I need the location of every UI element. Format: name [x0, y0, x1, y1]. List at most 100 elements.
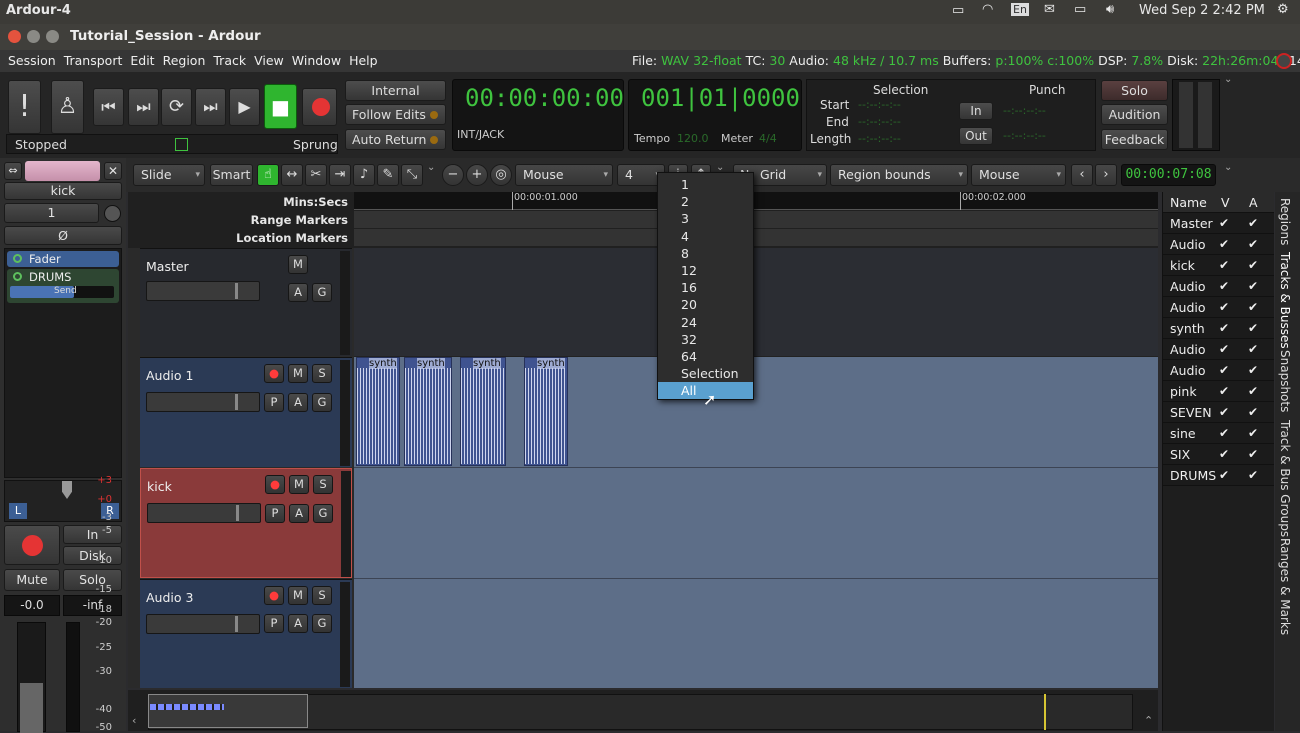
internal-button[interactable]: Internal	[345, 80, 446, 101]
timeline-ruler[interactable]: 00:00:01.000 00:00:02.000	[354, 192, 1158, 210]
primary-clock[interactable]: 00:00:00:00 INT/JACK	[452, 79, 624, 151]
visible-checkbox[interactable]: ✔	[1219, 402, 1229, 423]
list-item[interactable]: Audio ✔ ✔	[1163, 276, 1274, 297]
summary-pane[interactable]: ‹ ⌃	[128, 690, 1158, 731]
visible-checkbox[interactable]: ✔	[1219, 234, 1229, 255]
list-item[interactable]: Audio ✔ ✔	[1163, 360, 1274, 381]
nudge-backward-icon[interactable]: ‹	[1071, 164, 1093, 186]
track-record-button[interactable]: ●	[264, 586, 284, 605]
selection-end-clock[interactable]: --:--:--:--	[858, 115, 901, 128]
track-audio1[interactable]: Audio 1 ● M S P A G	[140, 357, 352, 467]
maximize-window-icon[interactable]	[46, 30, 59, 43]
snap-select[interactable]: Region bounds	[830, 164, 968, 186]
toolbar-overflow-icon[interactable]: ⌄	[1224, 74, 1232, 85]
solo-button[interactable]: Solo	[1101, 80, 1168, 101]
zoom-fit-icon[interactable]: ◎	[490, 164, 512, 186]
tab-tracks-busses[interactable]: Tracks & Busses	[1278, 252, 1292, 349]
audio-region[interactable]: synth	[524, 357, 568, 466]
audition-tool-icon[interactable]: ♪	[353, 164, 375, 186]
edit-mode-select[interactable]: Slide	[133, 164, 205, 186]
loop-button[interactable]: ⟳	[161, 88, 192, 126]
mute-track-button[interactable]: M	[288, 586, 308, 605]
visible-checkbox[interactable]: ✔	[1219, 339, 1229, 360]
menu-transport[interactable]: Transport	[60, 50, 127, 71]
visible-checkbox[interactable]: ✔	[1219, 444, 1229, 465]
list-item[interactable]: Audio ✔ ✔	[1163, 297, 1274, 318]
internal-edit-tool-icon[interactable]: ⤡	[401, 164, 423, 186]
track-gain-fader[interactable]	[146, 392, 260, 412]
dropdown-option[interactable]: 16	[658, 279, 753, 296]
active-checkbox[interactable]: ✔	[1248, 255, 1258, 276]
dropdown-option[interactable]: 8	[658, 245, 753, 262]
grab-tool-icon[interactable]: ☝	[257, 164, 279, 186]
zoom-out-icon[interactable]: −	[442, 164, 464, 186]
list-item[interactable]: Audio ✔ ✔	[1163, 234, 1274, 255]
visible-checkbox[interactable]: ✔	[1219, 297, 1229, 318]
solo-track-button[interactable]: S	[312, 586, 332, 605]
active-checkbox[interactable]: ✔	[1248, 339, 1258, 360]
automation-button[interactable]: A	[289, 504, 309, 523]
menu-view[interactable]: View	[250, 50, 288, 71]
system-clock[interactable]: Wed Sep 2 2:42 PM	[1139, 3, 1265, 18]
range-tool-icon[interactable]: ↔	[281, 164, 303, 186]
group-button[interactable]: G	[312, 283, 332, 302]
auto-return-button[interactable]: Auto Return	[345, 129, 446, 150]
audio-region[interactable]: synth	[460, 357, 506, 466]
track-master[interactable]: Master M A G	[140, 248, 352, 356]
audition-button[interactable]: Audition	[1101, 104, 1168, 125]
visible-checkbox[interactable]: ✔	[1219, 276, 1229, 297]
active-checkbox[interactable]: ✔	[1248, 381, 1258, 402]
playlist-button[interactable]: P	[264, 614, 284, 633]
playlist-button[interactable]: P	[264, 393, 284, 412]
visible-checkbox[interactable]: ✔	[1219, 465, 1229, 486]
active-checkbox[interactable]: ✔	[1248, 276, 1258, 297]
play-button[interactable]: ▶	[229, 88, 260, 126]
list-item[interactable]: pink ✔ ✔	[1163, 381, 1274, 402]
secondary-clock[interactable]: 001|01|0000 Tempo 120.0 Meter 4/4	[628, 79, 802, 151]
tab-snapshots[interactable]: Snapshots	[1278, 350, 1292, 412]
menu-session[interactable]: Session	[4, 50, 60, 71]
punch-in-clock[interactable]: --:--:--:--	[1003, 104, 1046, 117]
menu-track[interactable]: Track	[209, 50, 250, 71]
goto-start-button[interactable]: ⏮	[93, 88, 124, 126]
mail-icon[interactable]: ✉	[1044, 2, 1055, 17]
punch-out-clock[interactable]: --:--:--:--	[1003, 129, 1046, 142]
active-checkbox[interactable]: ✔	[1248, 234, 1258, 255]
tab-track-bus-groups[interactable]: Track & Bus Groups	[1278, 420, 1292, 537]
active-column-header[interactable]: A	[1249, 192, 1258, 213]
list-item[interactable]: synth ✔ ✔	[1163, 318, 1274, 339]
list-item[interactable]: kick ✔ ✔	[1163, 255, 1274, 276]
dropdown-option[interactable]: 32	[658, 331, 753, 348]
track-name[interactable]: Audio 1	[146, 368, 193, 383]
list-item[interactable]: SEVEN ✔ ✔	[1163, 402, 1274, 423]
track-name[interactable]: kick	[147, 479, 172, 494]
visible-column-header[interactable]: V	[1221, 192, 1230, 213]
visible-checkbox[interactable]: ✔	[1219, 318, 1229, 339]
solo-track-button[interactable]: S	[313, 475, 333, 494]
editor-canvas[interactable]: synth synth synth synth	[354, 248, 1158, 688]
dropdown-option[interactable]: 12	[658, 262, 753, 279]
mute-track-button[interactable]: M	[288, 364, 308, 383]
tab-ranges-marks[interactable]: Ranges & Marks	[1278, 538, 1292, 635]
track-gain-fader[interactable]	[146, 614, 260, 634]
active-checkbox[interactable]: ✔	[1248, 465, 1258, 486]
active-checkbox[interactable]: ✔	[1248, 402, 1258, 423]
visible-checkbox[interactable]: ✔	[1219, 255, 1229, 276]
stretch-tool-icon[interactable]: ⇥	[329, 164, 351, 186]
menu-help[interactable]: Help	[345, 50, 382, 71]
menu-edit[interactable]: Edit	[126, 50, 158, 71]
dropdown-option[interactable]: 1	[658, 176, 753, 193]
active-checkbox[interactable]: ✔	[1248, 423, 1258, 444]
zoom-in-icon[interactable]: +	[466, 164, 488, 186]
minimize-window-icon[interactable]	[27, 30, 40, 43]
summary-scroll-right-icon[interactable]: ⌃	[1144, 714, 1153, 727]
selection-start-clock[interactable]: --:--:--:--	[858, 98, 901, 111]
nudge-forward-icon[interactable]: ›	[1095, 164, 1117, 186]
dropdown-option[interactable]: 2	[658, 193, 753, 210]
play-range-button[interactable]: ⏭	[195, 88, 226, 126]
smart-mode-button[interactable]: Smart	[210, 164, 253, 186]
visible-tracks-dropdown-menu[interactable]: 1 2 3 4 8 12 16 20 24 32 64 Selection All	[657, 172, 754, 400]
edit-point-select[interactable]: Mouse	[971, 164, 1066, 186]
dropdown-option[interactable]: 20	[658, 296, 753, 313]
list-item[interactable]: SIX ✔ ✔	[1163, 444, 1274, 465]
